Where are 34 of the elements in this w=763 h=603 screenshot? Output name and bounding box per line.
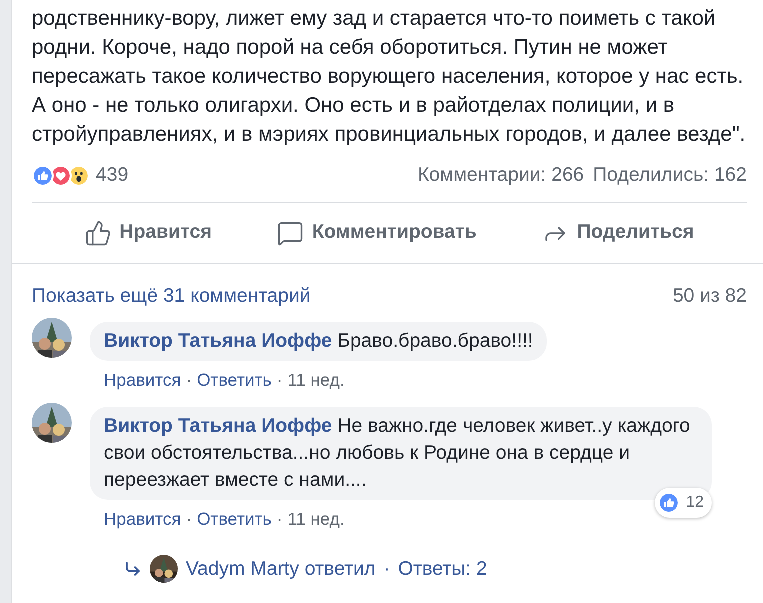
show-more-comments-link[interactable]: Показать ещё 31 комментарий [32,282,311,312]
replies-link[interactable]: Vadym Marty ответил [186,554,376,584]
comment-text: Виктор Татьяна Иоффе Браво.браво.браво!!!! [104,329,534,354]
like-action-button[interactable]: Нравится [76,214,220,252]
separator-dot: · [276,369,283,392]
comment-time[interactable]: 11 нед. [288,367,345,394]
heart-reaction-icon [50,164,72,186]
comments-counter: 50 из 82 [672,284,747,310]
post-text: родственнику-вору, лижет ему зад и старается что-то поиметь с такой родни. Короче, надо порой на себя оборотиться. Путин не может пересажать такое количество ворующего населения, которое у нас есть. А оно - не только олигархи. Оно есть и в райотделах полиции, и в стройуправлениях, и в мэриях провинциальных городов, и далее везде". [32,6,747,148]
separator-dot: · [186,369,192,392]
comment-author-link[interactable]: Виктор Татьяна Иоффе [104,415,332,438]
like-reaction-icon [658,492,680,514]
share-action-button[interactable]: Поделиться [534,214,702,252]
comments-count[interactable]: Комментарии: 266 [418,160,584,190]
comment-like-link[interactable]: Нравится [104,506,182,532]
reaction-count[interactable]: 439 [96,160,129,190]
separator-dot: · [384,556,390,582]
surprised-reaction-icon [68,164,90,186]
like-reaction-icon [32,164,54,186]
comment-reply-link[interactable]: Ответить [197,367,272,394]
separator-dot: · [276,508,283,532]
reply-arrow-icon [124,560,142,578]
comment-author-link[interactable]: Виктор Татьяна Иоффе [104,330,332,352]
comment-like-count: 12 [686,493,704,514]
separator-dot: · [186,508,192,532]
comment-reply-link[interactable]: Ответить [197,506,272,532]
speech-bubble-icon [277,220,304,246]
comment-time[interactable]: 11 нед. [288,506,345,532]
comment-action-button[interactable]: Комментировать [269,214,485,252]
comment-like-badge[interactable]: 12 [655,488,712,518]
comment-like-link[interactable]: Нравится [104,367,182,394]
replies-count-link[interactable]: Ответы: 2 [398,554,488,584]
shares-count[interactable]: Поделились: 162 [593,160,747,190]
thumbs-up-icon [84,220,112,246]
